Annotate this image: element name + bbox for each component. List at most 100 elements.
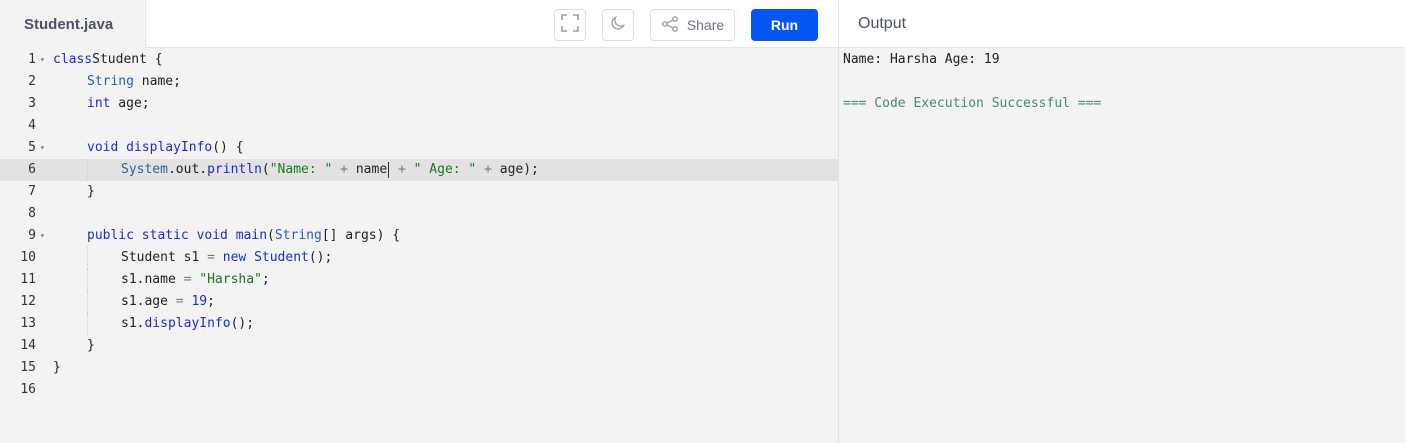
code-token: s1.: [121, 316, 145, 331]
line-number: 11: [20, 272, 36, 287]
code-line[interactable]: 10 Student s1 = new Student();: [0, 247, 838, 269]
line-number: 4: [28, 118, 36, 133]
indent-guide: [87, 269, 88, 291]
code-token: s1.name: [121, 272, 184, 287]
code-token: name;: [133, 74, 181, 89]
code-token: 19: [191, 294, 208, 309]
code-text: }: [53, 357, 61, 379]
line-number: 9: [28, 228, 36, 243]
fold-arrow-icon[interactable]: ▾: [40, 225, 45, 247]
code-text: void displayInfo() {: [87, 137, 244, 159]
line-number: 8: [28, 206, 36, 221]
code-line[interactable]: 4: [0, 115, 838, 137]
code-line[interactable]: 2 String name;: [0, 71, 838, 93]
code-token: displayInfo: [126, 140, 213, 155]
share-button[interactable]: Share: [650, 9, 735, 41]
code-token: " Age: ": [413, 162, 477, 177]
code-text: public static void main(String[] args) {: [87, 225, 400, 247]
code-line[interactable]: 1 ▾ classStudent {: [0, 49, 838, 71]
code-line[interactable]: 12 s1.age = 19;: [0, 291, 838, 313]
code-token: ;: [261, 272, 270, 287]
code-token: System: [121, 162, 168, 177]
code-token: [] args) {: [321, 228, 401, 243]
code-token: Student: [254, 250, 309, 265]
code-text: String name;: [87, 71, 181, 93]
moon-icon: [610, 15, 626, 36]
code-token: main: [235, 228, 268, 243]
line-number: 10: [20, 250, 36, 265]
code-text: System.out.println("Name: " + name + " A…: [121, 159, 539, 181]
code-line[interactable]: 3 int age;: [0, 93, 838, 115]
top-bar: Student.java Share Run Output: [0, 0, 1405, 49]
code-text: int age;: [87, 93, 150, 115]
code-token: ();: [230, 316, 255, 331]
code-token: (: [261, 162, 270, 177]
code-line[interactable]: 6 System.out.println("Name: " + name + " …: [0, 159, 838, 181]
code-token: s1.age: [121, 294, 176, 309]
line-number: 16: [20, 382, 36, 397]
code-token: "Name: ": [269, 162, 333, 177]
code-token: +: [390, 162, 414, 177]
fullscreen-icon: [561, 13, 579, 37]
indent-guide: [87, 313, 88, 335]
line-number: 1: [28, 52, 36, 67]
code-line[interactable]: 13 s1.displayInfo();: [0, 313, 838, 335]
code-text: s1.displayInfo();: [121, 313, 254, 335]
output-line: Name: Harsha Age: 19: [843, 52, 1000, 67]
line-number: 6: [28, 162, 36, 177]
code-text: classStudent {: [53, 49, 163, 71]
line-number: 3: [28, 96, 36, 111]
code-editor[interactable]: 1 ▾ classStudent {2 String name; 3 int age; 4 5…: [0, 49, 838, 443]
fold-arrow-icon[interactable]: ▾: [40, 137, 45, 159]
code-token: name: [355, 162, 388, 177]
indent-guide: [87, 159, 88, 181]
code-token: String: [274, 228, 322, 243]
code-line[interactable]: 15}: [0, 357, 838, 379]
panel-divider[interactable]: [838, 0, 839, 443]
code-token: }: [87, 338, 95, 353]
file-tab[interactable]: Student.java: [0, 0, 146, 49]
code-text: Student s1 = new Student();: [121, 247, 332, 269]
fold-arrow-icon[interactable]: ▾: [40, 49, 45, 71]
share-label: Share: [686, 17, 725, 33]
line-number: 15: [20, 360, 36, 375]
code-line[interactable]: 9 ▾ public static void main(String[] args)…: [0, 225, 838, 247]
code-text: s1.name = "Harsha";: [121, 269, 270, 291]
code-token: .out.: [167, 162, 208, 177]
share-icon: [661, 15, 679, 35]
code-line[interactable]: 5 ▾ void displayInfo() {: [0, 137, 838, 159]
code-token: Student {: [92, 52, 163, 67]
code-line[interactable]: 8: [0, 203, 838, 225]
theme-toggle-button[interactable]: [602, 9, 634, 41]
code-line[interactable]: 11 s1.name = "Harsha";: [0, 269, 838, 291]
code-line[interactable]: 14}: [0, 335, 838, 357]
text-cursor: [388, 161, 390, 178]
code-token: ;: [207, 294, 215, 309]
code-token: println: [207, 162, 262, 177]
code-token: +: [332, 162, 356, 177]
code-token: =: [207, 250, 215, 265]
code-token: public static void: [87, 228, 228, 243]
indent-guide: [87, 247, 88, 269]
code-token: }: [87, 184, 95, 199]
line-number: 7: [28, 184, 36, 199]
code-token: () {: [212, 140, 244, 155]
code-token: +: [476, 162, 500, 177]
code-token: "Harsha": [199, 272, 262, 287]
code-text: }: [87, 181, 95, 203]
code-token: (: [267, 228, 275, 243]
line-number: 13: [20, 316, 36, 331]
code-line[interactable]: 7}: [0, 181, 838, 203]
output-title: Output: [858, 15, 907, 32]
code-line[interactable]: 16: [0, 379, 838, 401]
line-number: 12: [20, 294, 36, 309]
code-token: ();: [308, 250, 333, 265]
code-token: age);: [499, 162, 539, 177]
code-token: Student s1: [121, 250, 208, 265]
execution-status: === Code Execution Successful ===: [843, 96, 1102, 111]
run-button[interactable]: Run: [751, 9, 818, 41]
fullscreen-button[interactable]: [554, 9, 586, 41]
